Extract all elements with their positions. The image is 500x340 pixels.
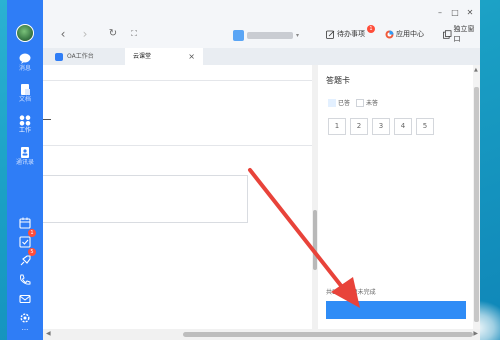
- tab-bar: OA工作台 云课堂 ×: [43, 48, 480, 65]
- app-center-icon: [385, 30, 394, 38]
- document-icon: [21, 84, 30, 95]
- question-number-button[interactable]: 1: [328, 118, 346, 135]
- contacts-icon: [21, 147, 29, 158]
- question-number-button[interactable]: 2: [350, 118, 368, 135]
- close-tab-icon[interactable]: ×: [188, 48, 195, 65]
- chevron-down-icon: ▾: [296, 31, 300, 39]
- sidebar-item-label: 文档: [18, 96, 31, 103]
- todo-check-icon: [19, 236, 31, 248]
- sidebar-rocket[interactable]: 5: [19, 248, 36, 266]
- todo-badge: 1: [367, 25, 375, 33]
- question-number-button[interactable]: 4: [394, 118, 412, 135]
- tab-cloud-classroom[interactable]: 云课堂 ×: [125, 48, 203, 65]
- back-button[interactable]: ‹: [57, 28, 69, 40]
- new-window-icon: [443, 29, 452, 39]
- todo-edit-icon: [326, 30, 335, 39]
- forward-button[interactable]: ›: [79, 28, 91, 40]
- app-center-label: 应用中心: [396, 30, 424, 38]
- sidebar-item-work[interactable]: 工作: [7, 115, 43, 135]
- answered-legend-label: 已答: [338, 100, 351, 107]
- avatar[interactable]: [16, 24, 34, 42]
- horizontal-scrollbar[interactable]: ◀ ▶: [43, 329, 480, 340]
- answer-card-scrollbar-thumb[interactable]: [474, 87, 479, 322]
- submit-button[interactable]: [326, 301, 466, 319]
- workspace-grid-icon: [19, 115, 31, 126]
- sidebar-item-messages[interactable]: 消息: [7, 53, 43, 73]
- answered-swatch: [328, 98, 336, 107]
- sidebar-phone[interactable]: [19, 271, 31, 285]
- phone-icon: [20, 274, 31, 285]
- close-window-button[interactable]: ✕: [465, 8, 475, 18]
- chat-icon: [19, 53, 31, 64]
- sidebar-more-button[interactable]: ···: [7, 326, 43, 334]
- todo-label: 待办事项: [337, 30, 365, 38]
- calendar-icon: [19, 217, 31, 229]
- mail-icon: [19, 294, 31, 304]
- scroll-right-arrow-icon[interactable]: ▶: [473, 330, 478, 337]
- tab-label: 云课堂: [133, 53, 152, 60]
- rocket-count-badge: 5: [28, 248, 36, 256]
- title-bar: – □ ✕ ‹ › ↻ ⛶ ▾ 待办事项 1 应用中心 独立窗口: [43, 0, 480, 48]
- standalone-window-label: 独立窗口: [453, 25, 475, 43]
- sidebar-item-contacts[interactable]: 通讯录: [7, 147, 43, 167]
- account-name-redacted: [247, 31, 293, 39]
- content-scrollbar-thumb[interactable]: [313, 210, 317, 270]
- sidebar-todo[interactable]: 1: [19, 229, 36, 248]
- org-logo-icon: [233, 29, 244, 41]
- content-divider: [43, 145, 312, 146]
- app-center-button[interactable]: 应用中心: [385, 27, 424, 41]
- sidebar-settings[interactable]: [19, 309, 31, 323]
- unanswered-swatch: [356, 98, 365, 107]
- sidebar-mail[interactable]: [19, 290, 31, 304]
- sidebar-item-docs[interactable]: 文档: [7, 84, 43, 104]
- refresh-button[interactable]: ↻: [107, 28, 119, 40]
- completion-summary: 共5题，5题未完成: [326, 289, 376, 296]
- left-sidebar: 消息 文档 工作 通讯录 1 5 ···: [7, 0, 43, 340]
- sidebar-calendar[interactable]: [19, 214, 31, 229]
- unanswered-legend-label: 未答: [366, 100, 379, 107]
- account-switcher[interactable]: ▾: [233, 28, 299, 42]
- question-number-grid: 1 2 3 4 5: [328, 118, 434, 135]
- scroll-up-arrow-icon[interactable]: ▲: [474, 67, 478, 73]
- fullscreen-button[interactable]: ⛶: [128, 28, 140, 40]
- maximize-button[interactable]: □: [450, 8, 460, 18]
- settings-icon: [20, 313, 30, 323]
- answer-card-title: 答题卡: [326, 76, 350, 85]
- minimize-button[interactable]: –: [435, 8, 445, 18]
- app-window: 消息 文档 工作 通讯录 1 5 ··· – □ ✕ ‹ › ↻ ⛶ ▾ 待办事…: [7, 0, 480, 340]
- question-number-button[interactable]: 3: [372, 118, 390, 135]
- answer-textbox[interactable]: [43, 175, 248, 223]
- sidebar-item-label: 工作: [18, 127, 31, 134]
- answer-card-scrollbar[interactable]: ▲: [473, 65, 480, 329]
- content-line-mark: [43, 119, 51, 120]
- question-content-area: [43, 65, 312, 329]
- question-number-button[interactable]: 5: [416, 118, 434, 135]
- scroll-left-arrow-icon[interactable]: ◀: [46, 330, 51, 337]
- answer-card-panel: 答题卡 已答 未答 1 2 3 4 5 共5题，5题未完成: [318, 65, 473, 329]
- todo-button[interactable]: 待办事项 1: [326, 25, 375, 41]
- oa-app-icon: [55, 52, 63, 61]
- standalone-window-button[interactable]: 独立窗口: [443, 25, 480, 43]
- sidebar-item-label: 消息: [18, 65, 31, 72]
- sidebar-item-label: 通讯录: [15, 159, 34, 166]
- horizontal-scrollbar-thumb[interactable]: [183, 332, 473, 337]
- rocket-icon: [20, 255, 31, 266]
- answer-legend: 已答 未答: [328, 98, 378, 107]
- content-top-divider: [43, 80, 312, 81]
- tab-label: OA工作台: [67, 53, 94, 60]
- tab-oa-workbench[interactable]: OA工作台: [55, 48, 125, 65]
- todo-count-badge: 1: [28, 229, 36, 237]
